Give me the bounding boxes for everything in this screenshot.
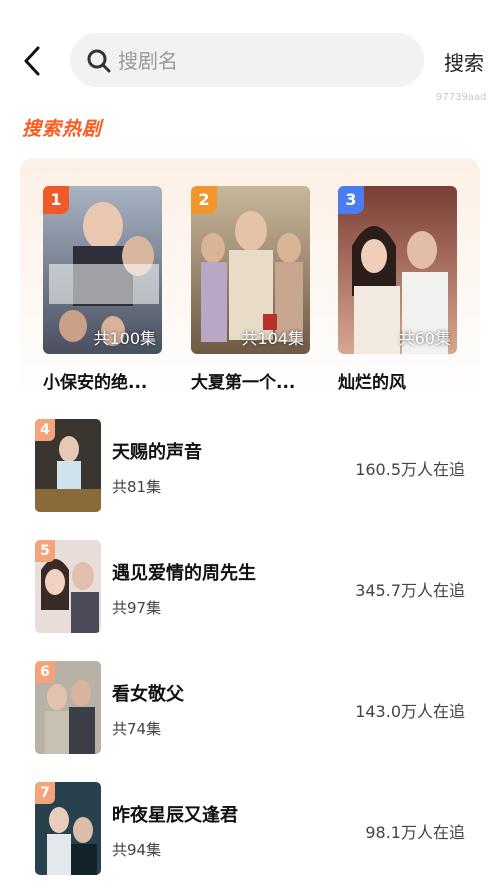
- drama-title: 天赐的声音: [112, 442, 202, 463]
- episode-count: 共94集: [112, 841, 162, 859]
- drama-cover: 1 共100集: [43, 186, 162, 354]
- drama-thumbnail: 6: [35, 661, 101, 754]
- episode-count: 共104集: [241, 329, 304, 348]
- drama-title: 遇见爱情的周先生: [112, 563, 256, 584]
- rank-badge: 4: [35, 419, 55, 441]
- drama-thumbnail: 7: [35, 782, 101, 875]
- drama-list-item[interactable]: 7 昨夜星辰又逢君 共94集 98.1万人在追: [35, 782, 475, 875]
- drama-list-item[interactable]: 5 遇见爱情的周先生 共97集 345.7万人在追: [35, 540, 475, 633]
- top-drama-card[interactable]: 2 共104集 大夏第一个...: [191, 186, 310, 393]
- search-icon: [86, 48, 112, 74]
- rank-badge: 5: [35, 540, 55, 562]
- search-input[interactable]: [116, 43, 410, 79]
- section-title: 搜索热剧: [22, 118, 103, 140]
- drama-thumbnail: 5: [35, 540, 101, 633]
- drama-title: 昨夜星辰又逢君: [112, 805, 238, 826]
- drama-title: 大夏第一个...: [191, 373, 296, 393]
- back-arrow-icon[interactable]: [20, 44, 50, 78]
- episode-count: 共74集: [112, 720, 162, 738]
- drama-thumbnail: 4: [35, 419, 101, 512]
- search-box[interactable]: [70, 33, 424, 87]
- top-drama-card[interactable]: 1 共100集 小保安的绝...: [43, 186, 162, 393]
- search-button[interactable]: 搜索: [444, 47, 484, 76]
- episode-count: 共60集: [398, 329, 451, 348]
- rank-badge: 1: [43, 186, 69, 214]
- top-drama-card[interactable]: 3 共60集 灿烂的风: [338, 186, 457, 393]
- rank-badge: 7: [35, 782, 55, 804]
- drama-cover: 2 共104集: [191, 186, 310, 354]
- episode-count: 共97集: [112, 599, 162, 617]
- rank-badge: 6: [35, 661, 55, 683]
- drama-list-item[interactable]: 6 看女敬父 共74集 143.0万人在追: [35, 661, 475, 754]
- header: 搜索 97739aad: [0, 0, 500, 110]
- drama-title: 小保安的绝...: [43, 373, 148, 393]
- rank-badge: 2: [191, 186, 217, 214]
- follower-count: 143.0万人在追: [355, 702, 465, 721]
- episode-count: 共100集: [93, 329, 156, 348]
- drama-cover: 3 共60集: [338, 186, 457, 354]
- drama-title: 看女敬父: [112, 684, 184, 705]
- follower-count: 345.7万人在追: [355, 581, 465, 600]
- follower-count: 160.5万人在追: [355, 460, 465, 479]
- drama-title: 灿烂的风: [338, 373, 406, 393]
- episode-count: 共81集: [112, 478, 162, 496]
- top-dramas-panel: 1 共100集 小保安的绝... 2 共104集 大夏第一个... 3 共60集…: [20, 158, 480, 400]
- drama-list-item[interactable]: 4 天赐的声音 共81集 160.5万人在追: [35, 419, 475, 512]
- user-id: 97739aad: [436, 92, 487, 103]
- rank-badge: 3: [338, 186, 364, 214]
- follower-count: 98.1万人在追: [365, 823, 465, 842]
